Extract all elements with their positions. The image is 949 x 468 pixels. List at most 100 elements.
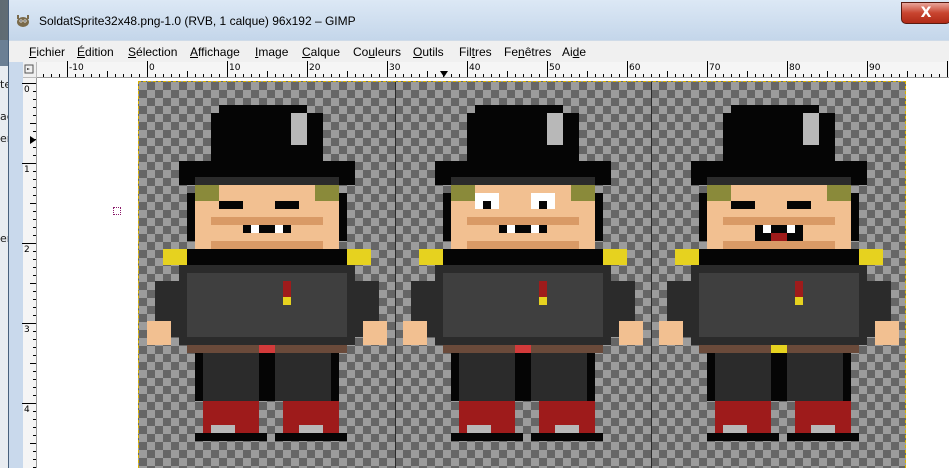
menu-edition[interactable]: Édition: [77, 45, 114, 59]
menu-selection[interactable]: Sélection: [128, 45, 177, 59]
menu-label: leurs: [375, 45, 402, 59]
ruler-pointer-icon: [30, 136, 36, 144]
ruler-tick: [30, 123, 36, 124]
ruler-tick: [371, 74, 372, 77]
ruler-tick: [747, 71, 748, 77]
ruler-tick: [187, 71, 188, 77]
ruler-tick: [779, 74, 780, 77]
ruler-tick: [667, 71, 668, 77]
ruler-tick: [33, 307, 36, 308]
ruler-tick: [155, 74, 156, 77]
ruler-tick: [379, 74, 380, 77]
ruler-tick: [33, 459, 36, 460]
ruler-tick: [33, 387, 36, 388]
image-canvas[interactable]: [138, 81, 906, 468]
ruler-tick: [339, 74, 340, 77]
ruler-tick: [907, 71, 908, 77]
canvas-area[interactable]: [37, 78, 949, 468]
close-button[interactable]: X: [901, 2, 949, 24]
menu-image[interactable]: Image: [255, 45, 288, 59]
ruler-tick: [163, 74, 164, 77]
ruler-tick: [33, 171, 36, 172]
ruler-tick: [219, 74, 220, 77]
menu-mnemonic: n: [518, 45, 525, 59]
ruler-tick: [443, 74, 444, 77]
ruler-label: 1: [24, 165, 30, 175]
ruler-tick: [251, 74, 252, 77]
ruler-tick: [851, 74, 852, 77]
menu-fenetres[interactable]: Fenêtres: [504, 45, 551, 59]
ruler-tick: [891, 74, 892, 77]
ruler-tick: [30, 283, 36, 284]
ruler-tick: [475, 74, 476, 77]
menu-mnemonic: O: [413, 45, 423, 59]
ruler-tick: [363, 74, 364, 77]
ruler-tick: [579, 74, 580, 77]
menu-label: Fil: [459, 45, 472, 59]
ruler-label: 0: [24, 85, 30, 95]
ruler-tick: [899, 74, 900, 77]
title-bar[interactable]: SoldatSprite32x48.png-1.0 (RVB, 1 calque…: [9, 0, 949, 40]
menu-couleurs[interactable]: Couleurs: [353, 45, 401, 59]
vertical-ruler[interactable]: 0 1 2 3 4: [22, 78, 37, 468]
ruler-tick: [33, 435, 36, 436]
ruler-tick: [499, 74, 500, 77]
menu-label: utils: [422, 45, 444, 59]
ruler-label: -10: [69, 63, 84, 73]
ruler-tick: [75, 74, 76, 77]
ruler-tick: [33, 227, 36, 228]
horizontal-ruler[interactable]: -10 0 10 20 30 40 50 60 70 80 90: [37, 61, 949, 78]
menu-calque[interactable]: Calque: [302, 45, 340, 59]
menu-outils[interactable]: Outils: [413, 45, 444, 59]
ruler-label: 0: [149, 63, 155, 73]
menu-label: alque: [310, 45, 341, 59]
ruler-tick: [859, 74, 860, 77]
menu-label: Co: [353, 45, 369, 59]
ruler-tick: [435, 74, 436, 77]
ruler-corner-button[interactable]: [23, 62, 37, 78]
ruler-tick: [683, 74, 684, 77]
menu-label: e: [579, 45, 587, 59]
ruler-tick: [43, 74, 44, 77]
ruler-tick: [811, 74, 812, 77]
ruler-tick: [99, 74, 100, 77]
ruler-tick: [675, 74, 676, 77]
ruler-tick: [33, 331, 36, 332]
menu-affichage[interactable]: Affichage: [190, 45, 240, 59]
ruler-tick: [843, 74, 844, 77]
ruler-tick: [803, 74, 804, 77]
ruler-tick: [33, 339, 36, 340]
ruler-label: 90: [869, 63, 881, 73]
ruler-tick: [723, 74, 724, 77]
ruler-tick: [947, 61, 948, 77]
menu-filtres[interactable]: Filtres: [459, 45, 492, 59]
ruler-tick: [59, 74, 60, 77]
ruler-tick: [83, 74, 84, 77]
menu-bar: Fichier Édition Sélection Affichage Imag…: [9, 40, 949, 62]
ruler-tick: [33, 195, 36, 196]
ruler-tick: [33, 275, 36, 276]
ruler-tick: [30, 363, 36, 364]
ruler-tick: [563, 74, 564, 77]
ruler-tick: [123, 74, 124, 77]
ruler-tick: [243, 74, 244, 77]
ruler-tick: [403, 74, 404, 77]
ruler-tick: [427, 71, 428, 77]
frame-guide-line: [395, 82, 396, 468]
window-title: SoldatSprite32x48.png-1.0 (RVB, 1 calque…: [39, 14, 356, 28]
ruler-tick: [33, 211, 36, 212]
ruler-tick: [715, 74, 716, 77]
ruler-tick: [755, 74, 756, 77]
ruler-tick: [419, 74, 420, 77]
menu-fichier[interactable]: Fichier: [29, 45, 65, 59]
menu-aide[interactable]: Aide: [562, 45, 586, 59]
ruler-tick: [195, 74, 196, 77]
menu-label: Ai: [562, 45, 573, 59]
menu-label: res: [475, 45, 492, 59]
ruler-tick: [259, 74, 260, 77]
gimp-image-window: SoldatSprite32x48.png-1.0 (RVB, 1 calque…: [8, 0, 949, 468]
ruler-tick: [107, 71, 108, 77]
ruler-tick: [507, 71, 508, 77]
close-icon: X: [920, 5, 932, 21]
menu-mnemonic: É: [77, 45, 86, 59]
